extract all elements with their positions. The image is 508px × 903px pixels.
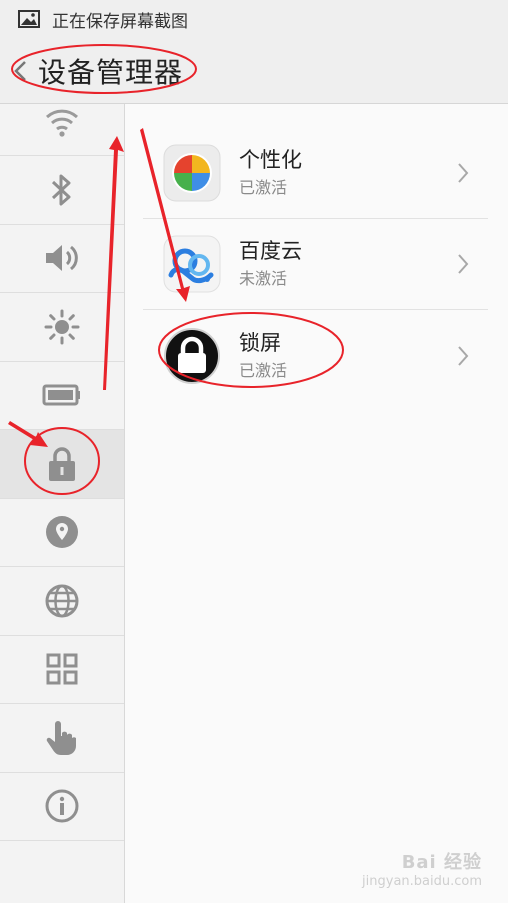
item-name: 锁屏 [239,330,281,355]
info-icon [45,789,79,823]
location-icon [46,516,78,549]
list-item[interactable]: 百度云 未激活 [143,219,488,310]
sidebar-item-lock[interactable] [0,430,124,499]
back-icon[interactable] [12,59,30,83]
personalization-app-icon [163,144,221,202]
baidu-cloud-app-icon [163,235,221,293]
lock-icon [49,447,75,481]
status-text: 正在保存屏幕截图 [52,11,188,32]
sidebar-item-apps[interactable] [0,636,124,704]
app-bar: 设备管理器 [0,38,508,104]
brightness-icon [44,309,80,345]
sidebar-item-brightness[interactable] [0,293,124,362]
item-status: 已激活 [239,360,288,380]
battery-icon [42,384,80,406]
volume-icon [46,245,78,272]
watermark: Bai 经验 jingyan.baidu.com [362,848,482,889]
list-item[interactable]: 锁屏 已激活 [143,310,488,401]
sidebar-item-volume[interactable] [0,225,124,293]
apps-grid-icon [46,653,78,685]
sidebar-item-battery[interactable] [0,362,124,430]
status-bar: 正在保存屏幕截图 [0,0,508,38]
chevron-right-icon [458,163,469,183]
sidebar-item-wifi[interactable] [0,104,124,156]
sidebar-item-gestures[interactable] [0,704,124,773]
chevron-right-icon [458,254,469,274]
sidebar-item-location[interactable] [0,499,124,567]
page-title: 设备管理器 [38,55,184,89]
hand-pointer-icon [46,720,76,755]
sidebar-item-language[interactable] [0,567,124,636]
sidebar [0,104,125,903]
list-item[interactable]: 个性化 已激活 [143,128,488,219]
lockscreen-app-icon [164,327,220,384]
item-name: 百度云 [239,239,302,263]
item-name: 个性化 [239,148,302,172]
image-icon [18,10,40,28]
item-status: 已激活 [239,178,288,197]
watermark-url: jingyan.baidu.com [362,874,482,889]
sidebar-item-bluetooth[interactable] [0,156,124,225]
device-admin-list: 个性化 已激活 百度云 未激活 锁屏 已激活 Bai 经验 jingyan.ba… [125,104,508,903]
watermark-brand: Bai 经验 [401,852,482,873]
item-status: 未激活 [239,269,288,288]
wifi-icon [45,109,79,137]
chevron-right-icon [458,345,469,366]
sidebar-item-about[interactable] [0,773,124,841]
bluetooth-icon [51,174,71,206]
globe-icon [45,584,79,618]
